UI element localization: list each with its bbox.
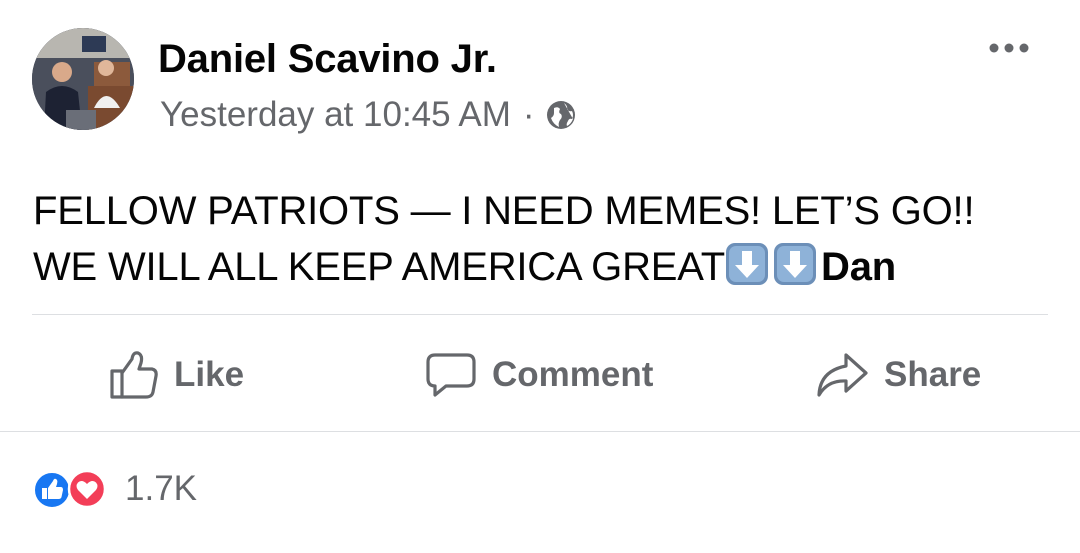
share-arrow-icon bbox=[817, 353, 868, 397]
post-text-line-2-text: WE WILL ALL KEEP AMERICA GREAT bbox=[33, 245, 726, 289]
post-actions-bar: Like Comment Share bbox=[0, 343, 1080, 407]
post-text: FELLOW PATRIOTS — I NEED MEMES! LET’S GO… bbox=[33, 183, 975, 295]
avatar[interactable] bbox=[32, 28, 134, 130]
globe-icon bbox=[545, 99, 577, 131]
post-timestamp[interactable]: Yesterday at 10:45 AM bbox=[160, 94, 511, 136]
comment-button[interactable]: Comment bbox=[424, 343, 653, 407]
comment-bubble-icon bbox=[426, 353, 476, 397]
post-meta: Yesterday at 10:45 AM · bbox=[160, 94, 577, 136]
down-arrow-emoji-icon bbox=[725, 242, 769, 286]
reactions-summary[interactable]: 1.7K bbox=[33, 469, 197, 509]
meta-separator: · bbox=[522, 95, 535, 134]
comment-label: Comment bbox=[492, 355, 654, 394]
thumbs-up-icon bbox=[110, 351, 158, 399]
divider bbox=[32, 314, 1048, 315]
more-options-icon[interactable] bbox=[985, 36, 1033, 60]
like-label: Like bbox=[174, 355, 245, 394]
post-text-line-1: FELLOW PATRIOTS — I NEED MEMES! LET’S GO… bbox=[33, 189, 975, 233]
divider bbox=[0, 431, 1080, 432]
share-button[interactable]: Share bbox=[814, 343, 981, 407]
love-reaction-icon bbox=[67, 469, 107, 509]
post-text-line-2: WE WILL ALL KEEP AMERICA GREAT Dan bbox=[33, 239, 974, 295]
like-button[interactable]: Like bbox=[108, 343, 244, 407]
post-signature: Dan bbox=[821, 245, 896, 289]
like-reaction-icon bbox=[33, 471, 71, 509]
share-label: Share bbox=[884, 355, 982, 394]
down-arrow-emoji-icon bbox=[773, 242, 817, 286]
reaction-icons bbox=[33, 469, 111, 509]
post-author-name[interactable]: Daniel Scavino Jr. bbox=[158, 36, 497, 82]
reaction-count: 1.7K bbox=[125, 469, 197, 508]
